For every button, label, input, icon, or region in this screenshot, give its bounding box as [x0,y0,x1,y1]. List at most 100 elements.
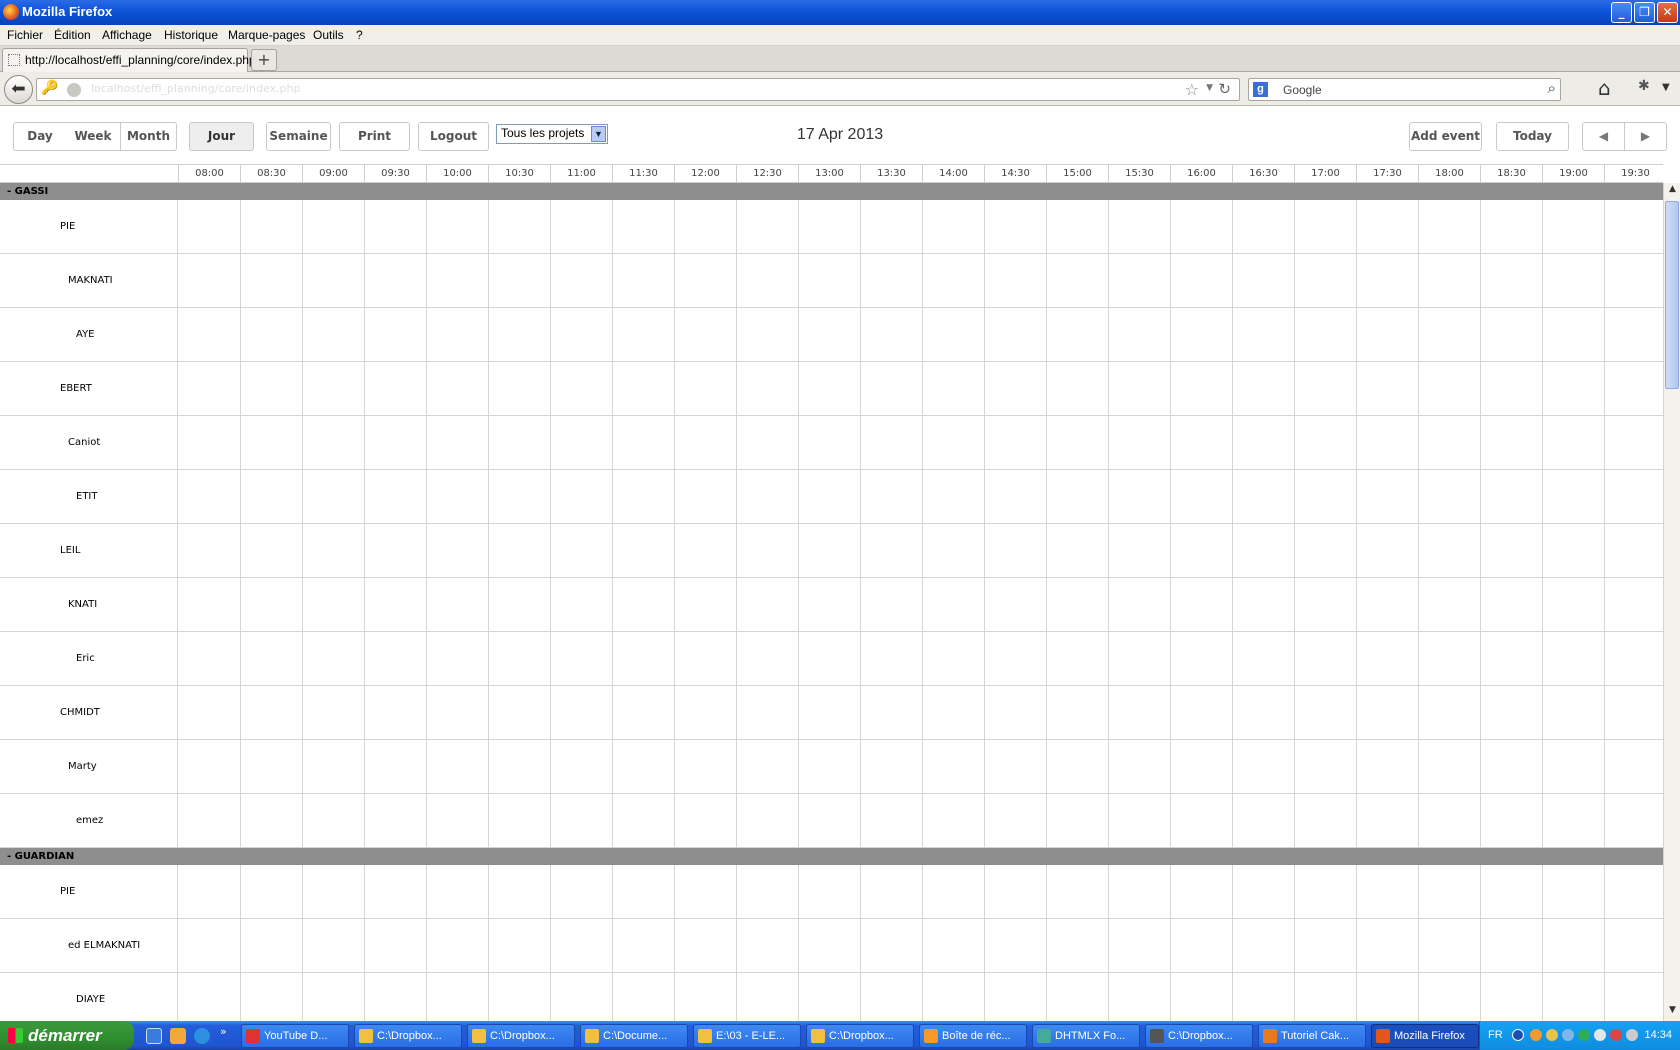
taskbar-item[interactable]: DHTMLX Fo... [1032,1024,1140,1048]
resource-row[interactable]: emez [0,794,1663,848]
resource-row[interactable]: CHMIDT [0,686,1663,740]
resource-name: PIE [0,865,178,918]
grid-line [364,973,365,1021]
menu-help[interactable]: ? [356,28,363,42]
grid-line [1232,686,1233,739]
taskbar-item[interactable]: YouTube D... [241,1024,349,1048]
month-tab[interactable]: Month [120,122,177,151]
tray-volume-icon[interactable] [1594,1029,1606,1041]
grid-line [860,686,861,739]
resource-row[interactable]: ETIT [0,470,1663,524]
browser-tab[interactable]: http://localhost/effi_planning/core/inde… [2,48,256,72]
quicklaunch-settings-icon[interactable] [170,1028,186,1044]
tray-network-icon[interactable] [1562,1029,1574,1041]
section-header[interactable]: - GUARDIAN [0,848,1663,865]
taskbar-item[interactable]: Mozilla Firefox [1371,1024,1479,1048]
new-tab-button[interactable]: + [251,49,277,71]
quicklaunch-ie-icon[interactable] [194,1028,210,1044]
tray-misc-icon[interactable] [1626,1029,1638,1041]
add-event-button[interactable]: Add event [1409,122,1482,151]
resource-row[interactable]: MAKNATI [0,254,1663,308]
bookmark-star-icon[interactable]: ☆ [1185,80,1199,99]
today-button[interactable]: Today [1496,122,1569,151]
tray-app-icon[interactable] [1546,1029,1558,1041]
grid-line [1232,254,1233,307]
vertical-scrollbar[interactable]: ▲ ▼ [1663,183,1680,1021]
tray-vlc-icon[interactable] [1530,1029,1542,1041]
resource-row[interactable]: LEIL [0,524,1663,578]
taskbar-item-label: YouTube D... [264,1030,328,1042]
logout-button[interactable]: Logout [418,122,489,151]
grid-line [736,740,737,793]
url-dropdown-icon[interactable]: ▼ [1206,83,1213,93]
reload-icon[interactable]: ↻ [1218,80,1231,98]
quicklaunch-desktop-icon[interactable] [146,1028,162,1044]
tray-security-icon[interactable] [1578,1029,1590,1041]
menu-edition[interactable]: Édition [54,28,91,42]
grid-line [302,578,303,631]
grid-line [426,362,427,415]
resource-row[interactable]: DIAYE [0,973,1663,1021]
grid-line [736,254,737,307]
section-header[interactable]: - GASSI [0,183,1663,200]
site-identity-icon[interactable] [67,83,81,97]
grid-line [1046,865,1047,918]
print-button[interactable]: Print [339,122,410,151]
menu-fichier[interactable]: Fichier [7,28,43,42]
google-engine-icon[interactable]: g [1253,82,1268,97]
quicklaunch-more-icon[interactable]: » [220,1025,227,1038]
search-icon[interactable]: ⌕ [1548,79,1556,97]
jour-button[interactable]: Jour [189,122,254,151]
resource-row[interactable]: ed ELMAKNATI [0,919,1663,973]
grid-line [302,416,303,469]
grid-line [984,865,985,918]
resource-row[interactable]: PIE [0,200,1663,254]
grid-line [488,416,489,469]
semaine-button[interactable]: Semaine [266,122,331,151]
grid-line [1170,200,1171,253]
taskbar-item[interactable]: C:\Dropbox... [467,1024,575,1048]
maximize-button[interactable]: ❐ [1634,2,1655,23]
minimize-button[interactable]: _ [1611,2,1632,23]
taskbar-item[interactable]: E:\03 - E-LE... [693,1024,801,1048]
taskbar-item[interactable]: C:\Dropbox... [354,1024,462,1048]
menu-outils[interactable]: Outils [313,28,344,42]
menu-marque-pages[interactable]: Marque-pages [228,28,305,42]
addon-icon[interactable]: ✱ [1638,78,1650,94]
resource-row[interactable]: Eric [0,632,1663,686]
scroll-down-icon[interactable]: ▼ [1665,1005,1680,1020]
menu-historique[interactable]: Historique [164,28,218,42]
back-button[interactable]: ⬅ [4,75,33,104]
resource-row[interactable]: PIE [0,865,1663,919]
language-indicator[interactable]: FR [1488,1029,1503,1041]
start-button[interactable]: démarrer [0,1021,134,1050]
chevron-down-icon[interactable]: ▼ [591,126,606,142]
taskbar-item[interactable]: C:\Docume... [580,1024,688,1048]
prev-button[interactable]: ◀ [1582,122,1625,151]
close-button[interactable]: ✕ [1657,2,1678,23]
home-icon[interactable]: ⌂ [1598,76,1611,100]
scroll-thumb[interactable] [1665,201,1679,389]
resource-row[interactable]: KNATI [0,578,1663,632]
url-bar[interactable]: 🔑 localhost/effi_planning/core/index.php… [36,78,1240,101]
resource-row[interactable]: Caniot [0,416,1663,470]
scroll-up-icon[interactable]: ▲ [1665,184,1680,199]
nav-menu-icon[interactable]: ▼ [1662,82,1670,93]
resource-row[interactable]: Marty [0,740,1663,794]
week-tab[interactable]: Week [66,122,121,151]
taskbar-item[interactable]: Boîte de réc... [919,1024,1027,1048]
project-select[interactable]: Tous les projets ▼ [496,124,608,144]
taskbar-item[interactable]: C:\Dropbox... [806,1024,914,1048]
next-button[interactable]: ▶ [1624,122,1667,151]
tray-arrow-icon[interactable] [1512,1029,1524,1041]
menu-affichage[interactable]: Affichage [102,28,152,42]
tray-alert-icon[interactable] [1610,1029,1622,1041]
resource-row[interactable]: EBERT [0,362,1663,416]
grid-line [922,254,923,307]
taskbar-item[interactable]: Tutoriel Cak... [1258,1024,1366,1048]
search-box[interactable]: g Google ⌕ [1248,78,1561,101]
resource-row[interactable]: AYE [0,308,1663,362]
grid-line [1232,740,1233,793]
taskbar-item[interactable]: C:\Dropbox... [1145,1024,1253,1048]
day-tab[interactable]: Day [13,122,67,151]
